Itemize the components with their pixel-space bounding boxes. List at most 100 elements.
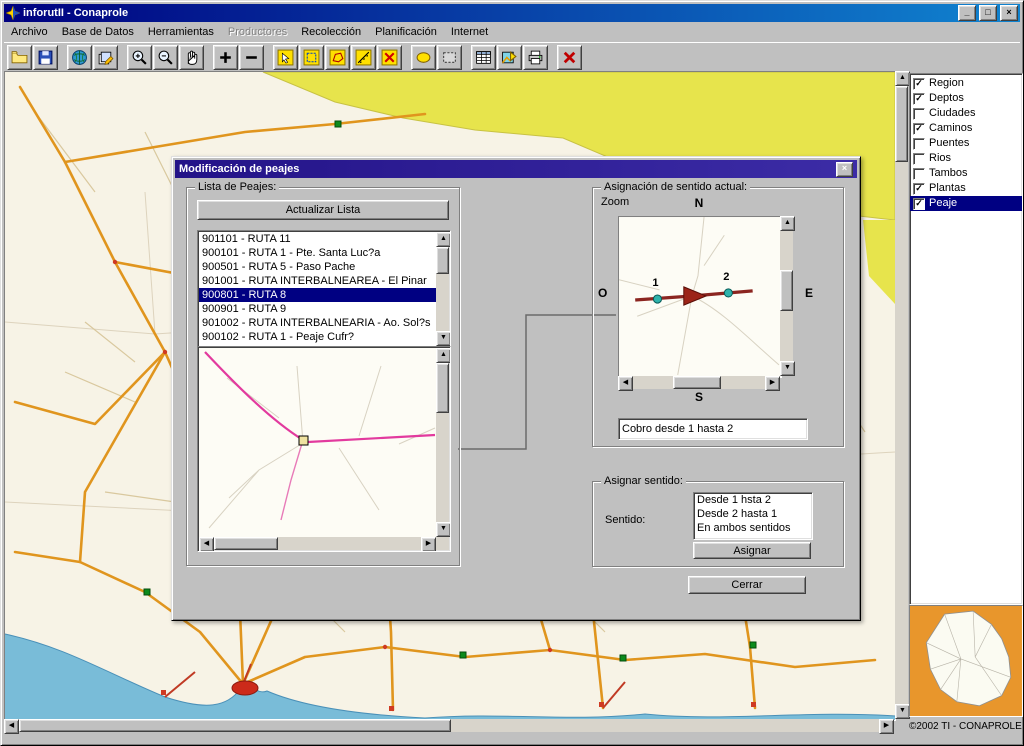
layer-item-region[interactable]: ✓ Region: [910, 76, 1022, 91]
map-vertical-scrollbar-thumb[interactable]: [895, 86, 908, 163]
map-horizontal-scrollbar[interactable]: ◀ ▶: [4, 719, 894, 734]
layer-checkbox-rios[interactable]: [913, 153, 925, 165]
clear-selection-button[interactable]: [377, 45, 402, 70]
peaje-list-scrollbar-arrow-start[interactable]: ▲: [436, 232, 450, 247]
peaje-item-0[interactable]: 901101 - RUTA 11: [199, 232, 436, 246]
menu-item-archivo[interactable]: Archivo: [4, 24, 55, 40]
maximize-button[interactable]: □: [979, 5, 997, 21]
preview-horizontal-scrollbar-arrow-start[interactable]: ◀: [199, 537, 214, 551]
peaje-item-2[interactable]: 900501 - RUTA 5 - Paso Pache: [199, 260, 436, 274]
peaje-item-3[interactable]: 901001 - RUTA INTERBALNEAREA - El Pinar: [199, 274, 436, 288]
select-area-button[interactable]: [299, 45, 324, 70]
peaje-item-1[interactable]: 900101 - RUTA 1 - Pte. Santa Luc?a: [199, 246, 436, 260]
zoom-vertical-scrollbar-arrow-start[interactable]: ▲: [780, 216, 795, 231]
preview-vertical-scrollbar-thumb[interactable]: [436, 363, 449, 413]
map-horizontal-scrollbar-thumb[interactable]: [19, 719, 451, 732]
zoom-horizontal-scrollbar-arrow-end[interactable]: ▶: [765, 376, 780, 391]
layer-checkbox-tambos[interactable]: [913, 168, 925, 180]
overview-map[interactable]: [909, 605, 1023, 717]
preview-horizontal-scrollbar-arrow-end[interactable]: ▶: [421, 537, 436, 551]
zoom-horizontal-scrollbar-arrow-start[interactable]: ◀: [618, 376, 633, 391]
zoom-horizontal-scrollbar-thumb[interactable]: [672, 376, 721, 389]
sentido-option-0[interactable]: Desde 1 hsta 2: [694, 493, 812, 507]
preview-vertical-scrollbar-track[interactable]: [436, 363, 449, 522]
layer-item-tambos[interactable]: Tambos: [910, 166, 1022, 181]
menu-item-internet[interactable]: Internet: [444, 24, 495, 40]
peaje-list-scrollbar-track[interactable]: [436, 247, 449, 331]
minus-button[interactable]: [239, 45, 264, 70]
peaje-item-6[interactable]: 901002 - RUTA INTERBALNEARIA - Ao. Sol?s: [199, 316, 436, 330]
pan-hand-button[interactable]: [179, 45, 204, 70]
open-folder-button[interactable]: [7, 45, 32, 70]
map-horizontal-scrollbar-track[interactable]: [19, 719, 879, 732]
layer-item-rios[interactable]: Rios: [910, 151, 1022, 166]
print-button[interactable]: [523, 45, 548, 70]
map-vertical-scrollbar-arrow-end[interactable]: ▼: [895, 704, 910, 719]
layer-item-caminos[interactable]: ✓ Caminos: [910, 121, 1022, 136]
layer-checkbox-ciudades[interactable]: [913, 108, 925, 120]
menu-item-herramientas[interactable]: Herramientas: [141, 24, 221, 40]
table-button[interactable]: [471, 45, 496, 70]
menu-item-planificacion[interactable]: Planificación: [368, 24, 444, 40]
layer-checkbox-peaje[interactable]: ✓: [913, 198, 925, 210]
globe-button[interactable]: [67, 45, 92, 70]
menu-item-base-de-datos[interactable]: Base de Datos: [55, 24, 141, 40]
map-horizontal-scrollbar-arrow-start[interactable]: ◀: [4, 719, 19, 734]
zoom-map[interactable]: 1 2: [618, 216, 782, 378]
peaje-list-scrollbar-thumb[interactable]: [436, 247, 449, 275]
layer-item-peaje[interactable]: ✓ Peaje: [910, 196, 1022, 211]
edit-layers-button[interactable]: [93, 45, 118, 70]
save-button[interactable]: [33, 45, 58, 70]
zoom-vertical-scrollbar-arrow-end[interactable]: ▼: [780, 361, 795, 376]
map-vertical-scrollbar[interactable]: ▲ ▼: [895, 71, 910, 719]
map-vertical-scrollbar-track[interactable]: [895, 86, 908, 704]
zoom-out-button[interactable]: [153, 45, 178, 70]
peaje-item-5[interactable]: 900901 - RUTA 9: [199, 302, 436, 316]
actualizar-lista-button[interactable]: Actualizar Lista: [197, 200, 449, 220]
peaje-list-scrollbar[interactable]: ▲ ▼: [436, 232, 450, 346]
layer-item-ciudades[interactable]: Ciudades: [910, 106, 1022, 121]
zoom-vertical-scrollbar-thumb[interactable]: [780, 270, 793, 311]
zoom-vertical-scrollbar-track[interactable]: [780, 231, 793, 361]
menu-item-recoleccion[interactable]: Recolección: [294, 24, 368, 40]
layer-checkbox-region[interactable]: ✓: [913, 78, 925, 90]
measure-button[interactable]: [351, 45, 376, 70]
asignar-button[interactable]: Asignar: [693, 542, 811, 559]
minimize-button[interactable]: _: [958, 5, 976, 21]
sentido-listbox[interactable]: Desde 1 hsta 2 Desde 2 hasta 1 En ambos se…: [693, 492, 813, 540]
cerrar-button[interactable]: Cerrar: [688, 576, 806, 594]
layer-checkbox-plantas[interactable]: ✓: [913, 183, 925, 195]
peaje-item-4[interactable]: 900801 - RUTA 8: [199, 288, 436, 302]
layer-item-puentes[interactable]: Puentes: [910, 136, 1022, 151]
layer-item-plantas[interactable]: ✓ Plantas: [910, 181, 1022, 196]
peaje-item-7[interactable]: 900102 - RUTA 1 - Peaje Cufr?: [199, 330, 436, 344]
toll-preview-map[interactable]: [199, 348, 436, 537]
preview-vertical-scrollbar-arrow-start[interactable]: ▲: [436, 348, 450, 363]
preview-horizontal-scrollbar-track[interactable]: [214, 537, 421, 550]
map-horizontal-scrollbar-arrow-end[interactable]: ▶: [879, 719, 894, 734]
preview-horizontal-scrollbar-thumb[interactable]: [214, 537, 279, 550]
zoom-horizontal-scrollbar-track[interactable]: [633, 376, 765, 389]
peaje-list-scrollbar-arrow-end[interactable]: ▼: [436, 331, 450, 346]
map-vertical-scrollbar-arrow-start[interactable]: ▲: [895, 71, 910, 86]
layer-item-deptos[interactable]: ✓ Deptos: [910, 91, 1022, 106]
sentido-option-1[interactable]: Desde 2 hasta 1: [694, 507, 812, 521]
preview-horizontal-scrollbar[interactable]: ◀ ▶: [199, 537, 436, 551]
dialog-close-button[interactable]: ×: [836, 161, 853, 177]
zoom-horizontal-scrollbar[interactable]: ◀ ▶: [618, 376, 780, 391]
layer-checkbox-puentes[interactable]: [913, 138, 925, 150]
cobro-text-field[interactable]: [618, 418, 808, 440]
sentido-option-2[interactable]: En ambos sentidos: [694, 521, 812, 535]
layer-checkbox-deptos[interactable]: ✓: [913, 93, 925, 105]
plus-button[interactable]: [213, 45, 238, 70]
zoom-vertical-scrollbar[interactable]: ▲ ▼: [780, 216, 795, 376]
zoom-in-button[interactable]: [127, 45, 152, 70]
delete-x-button[interactable]: [557, 45, 582, 70]
marquee-button[interactable]: [437, 45, 462, 70]
preview-vertical-scrollbar-arrow-end[interactable]: ▼: [436, 522, 450, 537]
select-rect-button[interactable]: [273, 45, 298, 70]
map-export-button[interactable]: [497, 45, 522, 70]
layer-checkbox-caminos[interactable]: ✓: [913, 123, 925, 135]
preview-vertical-scrollbar[interactable]: ▲ ▼: [436, 348, 450, 537]
select-polygon-button[interactable]: [325, 45, 350, 70]
